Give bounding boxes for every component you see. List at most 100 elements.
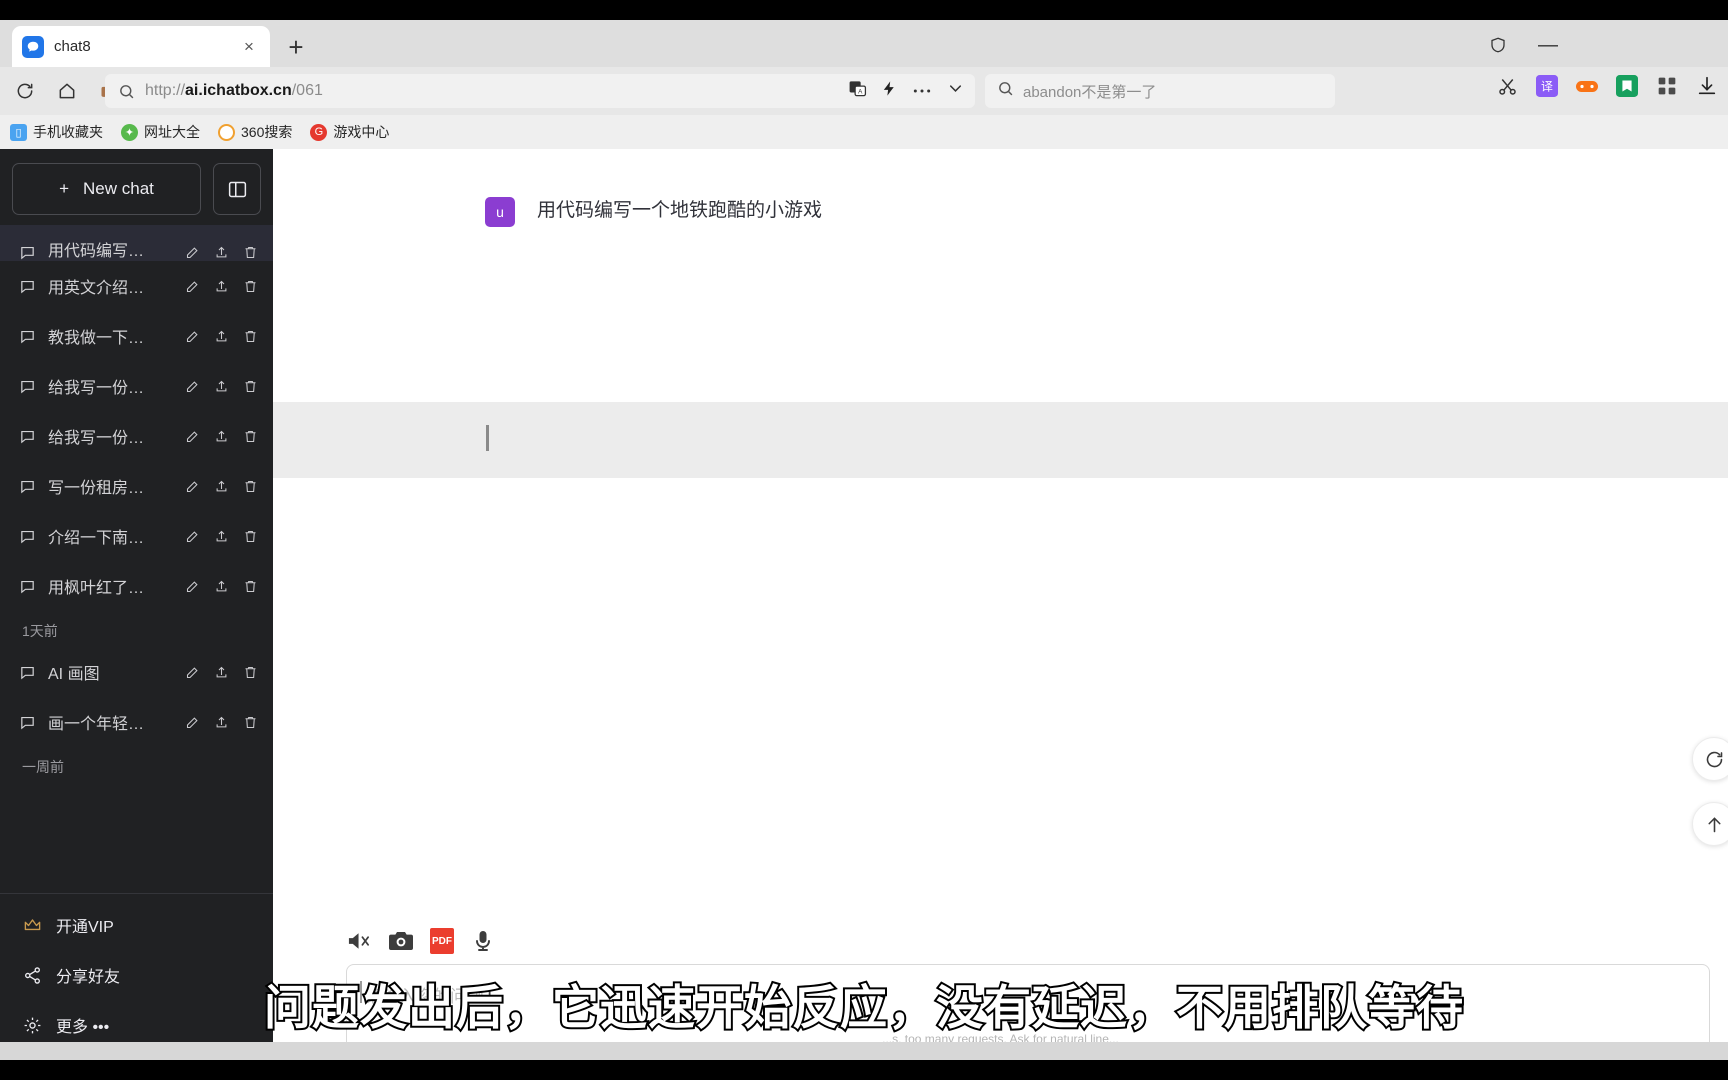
- chat-item-actions: [184, 244, 259, 261]
- edit-icon[interactable]: [184, 378, 201, 395]
- bookmark-label: 手机收藏夹: [33, 124, 103, 140]
- chat-item-label: 给我写一份…: [48, 380, 145, 397]
- edit-icon[interactable]: [184, 664, 201, 681]
- letterbox-top: [0, 0, 1728, 20]
- page-bottom-edge: [0, 1042, 1728, 1060]
- chat-bubble-icon: [18, 713, 36, 731]
- chat-item-6[interactable]: 介绍一下南…: [0, 511, 273, 561]
- game-ext-icon[interactable]: [1574, 73, 1600, 99]
- mute-icon[interactable]: [346, 928, 372, 954]
- shield-icon[interactable]: [1483, 32, 1513, 58]
- delete-icon[interactable]: [242, 478, 259, 495]
- chat-item-actions: [184, 428, 259, 445]
- new-tab-button[interactable]: +: [282, 33, 310, 61]
- chat-item-9[interactable]: 画一个年轻…: [0, 697, 273, 747]
- tab-close-icon[interactable]: ×: [238, 36, 260, 58]
- delete-icon[interactable]: [242, 714, 259, 731]
- share-icon[interactable]: [213, 244, 230, 261]
- camera-icon[interactable]: [388, 928, 414, 954]
- reload-icon[interactable]: [8, 74, 42, 108]
- address-bar[interactable]: http://ai.ichatbox.cn/061 A: [105, 74, 975, 108]
- delete-icon[interactable]: [242, 428, 259, 445]
- share-icon[interactable]: [213, 478, 230, 495]
- edit-icon[interactable]: [184, 714, 201, 731]
- delete-icon[interactable]: [242, 664, 259, 681]
- delete-icon[interactable]: [242, 328, 259, 345]
- apps-grid-icon[interactable]: [1654, 73, 1680, 99]
- sidebar-item-label: 开通VIP: [56, 919, 114, 936]
- edit-icon[interactable]: [184, 528, 201, 545]
- chat-item-4[interactable]: 给我写一份…: [0, 411, 273, 461]
- more-dots-icon[interactable]: [912, 82, 932, 100]
- chat-bubble-icon: [18, 327, 36, 345]
- scissors-icon[interactable]: [1494, 73, 1520, 99]
- chat-item-label: 给我写一份…: [48, 430, 145, 447]
- chevron-down-icon[interactable]: [946, 79, 965, 103]
- share-icon[interactable]: [213, 528, 230, 545]
- chat-bubble-icon: [18, 477, 36, 495]
- chat-item-5[interactable]: 写一份租房…: [0, 461, 273, 511]
- omnibox-search-icon: [115, 80, 137, 102]
- edit-icon[interactable]: [184, 578, 201, 595]
- share-icon[interactable]: [213, 328, 230, 345]
- share-icon[interactable]: [213, 378, 230, 395]
- chat-bubble-icon: [18, 577, 36, 595]
- lightning-icon[interactable]: [881, 79, 898, 103]
- crown-icon: [22, 915, 42, 935]
- edit-icon[interactable]: [184, 428, 201, 445]
- delete-icon[interactable]: [242, 378, 259, 395]
- share-icon[interactable]: [213, 278, 230, 295]
- chat-item-0[interactable]: 用代码编写…: [0, 225, 273, 261]
- chat-item-2[interactable]: 教我做一下…: [0, 311, 273, 361]
- share-icon[interactable]: [213, 664, 230, 681]
- edit-icon[interactable]: [184, 328, 201, 345]
- bookmark-item[interactable]: ✦ 网址大全: [121, 122, 200, 142]
- sidebar-item-vip[interactable]: 开通VIP: [0, 900, 273, 950]
- chat-item-8[interactable]: AI 画图: [0, 647, 273, 697]
- share-icon[interactable]: [213, 578, 230, 595]
- chat-item-actions: [184, 328, 259, 345]
- bookmark-label: 游戏中心: [333, 124, 390, 140]
- search-box[interactable]: abandon不是第一了: [985, 74, 1335, 108]
- microphone-icon[interactable]: [470, 928, 496, 954]
- delete-icon[interactable]: [242, 278, 259, 295]
- book-ext-icon[interactable]: [1614, 73, 1640, 99]
- browser-window: chat8 × + — http://ai.ichatbox.cn/061 A …: [0, 20, 1728, 1060]
- scroll-top-button[interactable]: [1692, 802, 1728, 846]
- delete-icon[interactable]: [242, 578, 259, 595]
- chat-history-list[interactable]: 用代码编写… 用英文介绍… 教我做一下… 给我写一份… 给我写一份… 写一份租房…: [0, 223, 273, 893]
- sidebar-item-share[interactable]: 分享好友: [0, 950, 273, 1000]
- chat-item-7[interactable]: 用枫叶红了…: [0, 561, 273, 611]
- sidebar-item-label: 分享好友: [56, 969, 121, 986]
- pdf-icon[interactable]: PDF: [430, 928, 454, 954]
- tab-favicon-icon: [22, 35, 44, 58]
- download-icon[interactable]: [1694, 73, 1720, 99]
- sidebar-item-label: 更多 •••: [56, 1019, 110, 1036]
- tab-chat8[interactable]: chat8 ×: [12, 26, 270, 67]
- share-icon[interactable]: [213, 428, 230, 445]
- home-icon[interactable]: [50, 74, 84, 108]
- chat-item-3[interactable]: 给我写一份…: [0, 361, 273, 411]
- message-assistant: [273, 402, 1728, 478]
- delete-icon[interactable]: [242, 528, 259, 545]
- translate-ext-icon[interactable]: 译: [1534, 73, 1560, 99]
- translate-icon[interactable]: A: [848, 79, 867, 103]
- refresh-button[interactable]: [1692, 737, 1728, 781]
- bookmark-item[interactable]: G 游戏中心: [310, 122, 389, 142]
- sidebar-collapse-button[interactable]: [213, 163, 261, 215]
- address-bar-url: http://ai.ichatbox.cn/061: [145, 82, 323, 99]
- bookmark-item[interactable]: ▯ 手机收藏夹: [10, 122, 103, 142]
- edit-icon[interactable]: [184, 278, 201, 295]
- minimize-button[interactable]: —: [1533, 32, 1563, 58]
- edit-icon[interactable]: [184, 478, 201, 495]
- history-group-label-1: 1天前: [22, 623, 58, 639]
- chat-item-label: 用代码编写…: [48, 243, 145, 260]
- edit-icon[interactable]: [184, 244, 201, 261]
- chat-item-1[interactable]: 用英文介绍…: [0, 261, 273, 311]
- bookmark-item[interactable]: 360搜索: [218, 122, 292, 142]
- share-icon[interactable]: [213, 714, 230, 731]
- delete-icon[interactable]: [242, 244, 259, 261]
- tab-strip: chat8 × + —: [0, 20, 1728, 67]
- chat-sidebar: + New chat 用代码编写… 用英文介绍… 教我做一下… 给我写一份… 给…: [0, 149, 273, 1060]
- new-chat-button[interactable]: + New chat: [12, 163, 201, 215]
